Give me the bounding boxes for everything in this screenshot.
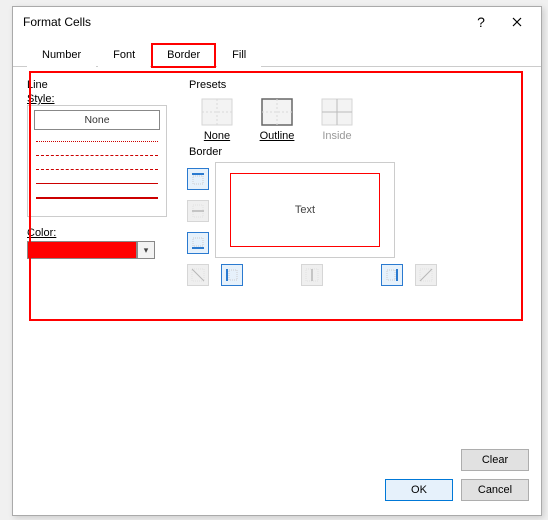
tab-font[interactable]: Font [98, 44, 150, 67]
cancel-button[interactable]: Cancel [461, 479, 529, 501]
border-bottom-button[interactable] [187, 232, 209, 254]
tab-strip: Number Font Border Fill [13, 37, 541, 67]
titlebar: Format Cells ? [13, 7, 541, 37]
border-preview-text: Text [295, 204, 315, 216]
dialog-body: Line Style: None Color: ▾ [13, 67, 541, 296]
color-dropdown-button[interactable]: ▾ [137, 241, 155, 259]
line-style-none[interactable]: None [34, 110, 160, 130]
line-group: Line Style: None Color: ▾ [23, 75, 173, 286]
line-style-dotted[interactable] [36, 135, 158, 147]
close-button[interactable] [499, 10, 535, 34]
format-cells-dialog: Format Cells ? Number Font Border Fill L… [12, 6, 542, 516]
color-label: Color: [27, 227, 173, 239]
preset-inside-icon [320, 97, 354, 127]
ok-button[interactable]: OK [385, 479, 453, 501]
tab-fill[interactable]: Fill [217, 44, 261, 67]
tab-number[interactable]: Number [27, 44, 96, 67]
preset-outline[interactable]: Outline [255, 97, 299, 142]
line-style-solid[interactable] [36, 177, 158, 189]
border-bottom-buttons [185, 264, 531, 286]
border-hmid-button[interactable] [187, 200, 209, 222]
border-left-button[interactable] [221, 264, 243, 286]
preset-outline-label: Outline [260, 130, 295, 142]
border-preview: Text [215, 162, 395, 258]
line-style-list[interactable]: None [27, 105, 167, 217]
preset-inside: Inside [315, 97, 359, 142]
line-style-dashdot[interactable] [36, 163, 158, 175]
border-side-buttons [187, 168, 209, 254]
help-button[interactable]: ? [463, 10, 499, 34]
line-group-title: Line [27, 79, 173, 91]
line-style-thick[interactable] [36, 191, 158, 203]
border-diag-up-button[interactable] [415, 264, 437, 286]
presets-title: Presets [189, 79, 531, 91]
border-right-button[interactable] [381, 264, 403, 286]
chevron-down-icon: ▾ [144, 245, 149, 256]
preset-none[interactable]: None [195, 97, 239, 142]
border-top-button[interactable] [187, 168, 209, 190]
preset-inside-label: Inside [322, 130, 351, 142]
line-style-dashed[interactable] [36, 149, 158, 161]
border-diag-down-button[interactable] [187, 264, 209, 286]
preset-none-icon [200, 97, 234, 127]
dialog-title: Format Cells [23, 15, 463, 29]
border-title: Border [189, 146, 531, 158]
dialog-buttons: OK Cancel [13, 471, 541, 515]
preset-outline-icon [260, 97, 294, 127]
style-label: Style: [27, 93, 173, 105]
border-vmid-button[interactable] [301, 264, 323, 286]
color-swatch[interactable] [27, 241, 137, 259]
tab-border[interactable]: Border [152, 44, 215, 67]
preset-none-label: None [204, 130, 230, 142]
presets-row: None Outline Inside [195, 97, 531, 142]
clear-button[interactable]: Clear [461, 449, 529, 471]
